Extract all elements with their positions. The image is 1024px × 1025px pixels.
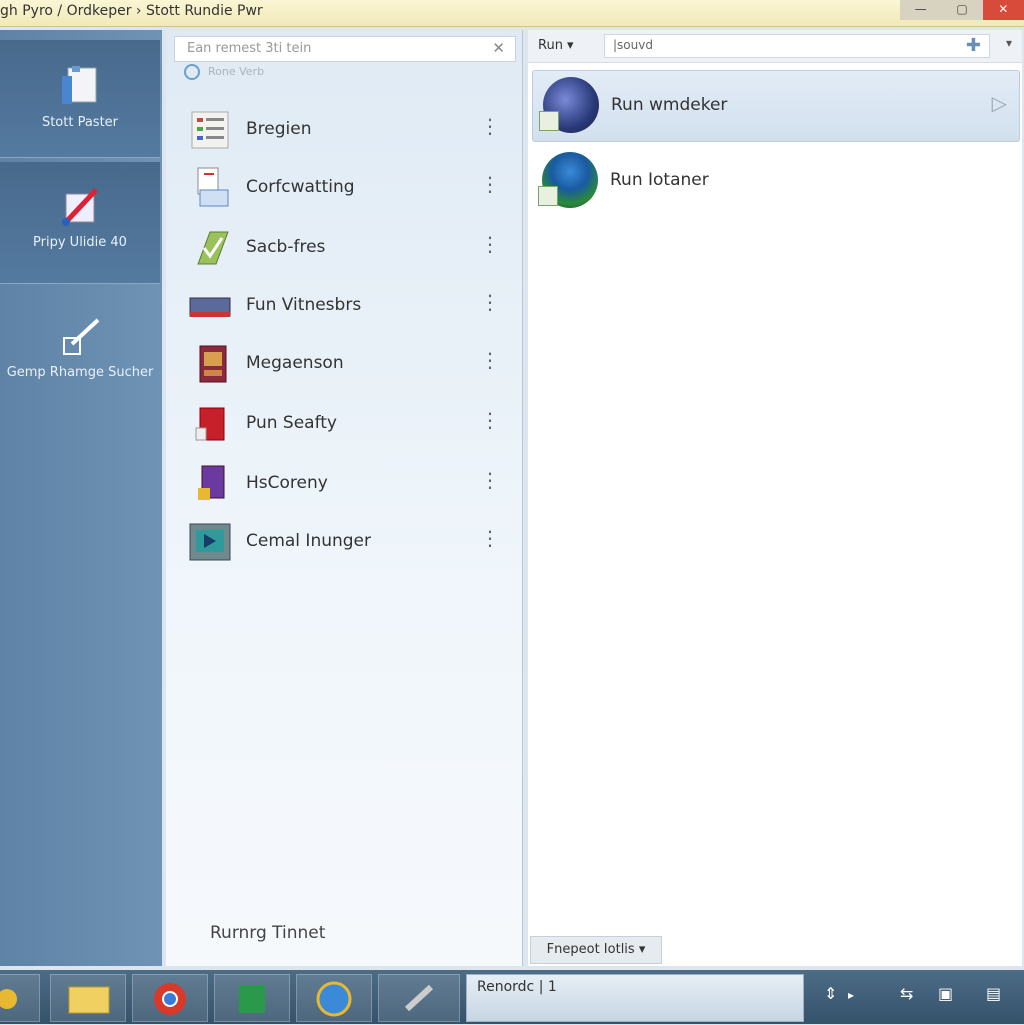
nav-item-change[interactable]: Gemp Rhamge Sucher xyxy=(0,314,160,424)
more-icon[interactable]: ⋮ xyxy=(480,172,500,196)
play-icon[interactable]: ▷ xyxy=(992,91,1007,115)
close-button[interactable]: ✕ xyxy=(982,0,1024,20)
title-bar: gh Pyro / Ordkeper › Stott Rundie Pwr — … xyxy=(0,0,1024,27)
more-icon[interactable]: ⋮ xyxy=(480,348,500,372)
tray-expand-icon[interactable]: ▸ xyxy=(848,988,854,1002)
category-item[interactable]: HsCoreny ⋮ xyxy=(184,458,514,508)
category-item[interactable]: Cemal Inunger ⋮ xyxy=(184,516,514,566)
more-icon[interactable]: ⋮ xyxy=(480,408,500,432)
category-item[interactable]: Fun Vitnesbrs ⋮ xyxy=(184,280,514,330)
results-pane: Run ▾ |souvd ✚ ▾ Run wmdeker ▷ Run Iotan… xyxy=(528,30,1022,966)
result-item[interactable]: Run Iotaner xyxy=(532,146,1018,216)
more-icon[interactable]: ⋮ xyxy=(480,232,500,256)
nav-item-label: Pripy Ulidie 40 xyxy=(33,235,127,250)
taskbar: Renordc | 1 ⇕ ▸ ⇆ ▣ ▤ xyxy=(0,970,1024,1024)
volume-icon[interactable]: ▤ xyxy=(986,984,1001,1003)
maximize-button[interactable]: ▢ xyxy=(941,0,983,20)
system-tray: ⇕ ▸ ⇆ ▣ ▤ xyxy=(810,970,1024,1024)
more-icon[interactable]: ⋮ xyxy=(480,468,500,492)
pane-subheader: Rone Verb xyxy=(184,64,514,82)
more-icon[interactable]: ⋮ xyxy=(480,526,500,550)
spreadsheet-icon[interactable] xyxy=(214,974,290,1022)
filter-input[interactable]: |souvd ✚ xyxy=(604,34,990,58)
result-label: Run Iotaner xyxy=(610,170,709,190)
minimize-button[interactable]: — xyxy=(900,0,942,20)
category-item[interactable]: Sacb-fres ⋮ xyxy=(184,222,514,272)
browser-icon[interactable] xyxy=(296,974,372,1022)
category-label: Fun Vitnesbrs xyxy=(246,295,362,315)
window-title: gh Pyro / Ordkeper › Stott Rundie Pwr xyxy=(0,3,263,19)
category-label: Sacb-fres xyxy=(246,237,326,257)
result-item[interactable]: Run wmdeker ▷ xyxy=(532,70,1020,142)
tool-icon[interactable] xyxy=(378,974,460,1022)
category-pane: Ean remest 3ti tein ✕ Rone Verb Bregien … xyxy=(166,30,523,966)
result-label: Run wmdeker xyxy=(611,95,728,115)
category-label: Corfcwatting xyxy=(246,177,355,197)
category-label: Cemal Inunger xyxy=(246,531,372,551)
folder-icon[interactable] xyxy=(50,974,126,1022)
brush-icon xyxy=(58,314,102,358)
monitor-icon xyxy=(188,520,232,564)
arrows-icon[interactable]: ⇕ xyxy=(824,984,837,1003)
add-icon[interactable]: ✚ xyxy=(966,35,981,56)
nav-item-label: Stott Paster xyxy=(41,115,119,130)
taskbar-active-window[interactable]: Renordc | 1 xyxy=(466,974,804,1022)
category-item[interactable]: Pun Seafty ⋮ xyxy=(184,398,514,448)
search-placeholder: Ean remest 3ti tein xyxy=(187,41,312,56)
chrome-icon[interactable] xyxy=(132,974,208,1022)
run-dropdown[interactable]: Run ▾ xyxy=(538,35,598,57)
nav-item-start[interactable]: Stott Paster xyxy=(0,40,160,158)
shield-icon xyxy=(188,402,232,446)
document-icon xyxy=(58,64,102,108)
book-icon xyxy=(188,342,232,386)
search-input[interactable]: Ean remest 3ti tein ✕ xyxy=(174,36,516,62)
nav-item-label: Gemp Rhamge Sucher xyxy=(6,365,154,380)
category-label: Pun Seafty xyxy=(246,413,337,433)
subheader-text: Rone Verb xyxy=(208,65,265,78)
chevron-down-icon[interactable]: ▾ xyxy=(1006,36,1012,50)
category-label: Bregien xyxy=(246,119,312,139)
clear-icon[interactable]: ✕ xyxy=(492,39,505,57)
check-icon xyxy=(539,111,559,131)
start-button[interactable] xyxy=(0,974,40,1022)
left-nav: Stott Paster Pripy Ulidie 40 Gemp Rhamge… xyxy=(0,30,162,966)
category-item[interactable]: Megaenson ⋮ xyxy=(184,338,514,388)
keyboard-icon xyxy=(188,284,232,328)
status-dropdown[interactable]: Fnepeot Iotlis ▾ xyxy=(530,936,662,964)
window-icon[interactable]: ▣ xyxy=(938,984,953,1003)
category-item[interactable]: Corfcwatting ⋮ xyxy=(184,162,514,212)
more-icon[interactable]: ⋮ xyxy=(480,114,500,138)
nav-item-update[interactable]: Pripy Ulidie 40 xyxy=(0,162,160,284)
window-controls: — ▢ ✕ xyxy=(900,0,1024,20)
taskbar-window-title: Renordc | 1 xyxy=(477,979,557,995)
edit-icon xyxy=(58,184,102,228)
network-icon[interactable]: ⇆ xyxy=(900,984,913,1003)
check-icon xyxy=(188,226,232,270)
check-icon xyxy=(538,186,558,206)
more-icon[interactable]: ⋮ xyxy=(480,290,500,314)
filter-value: |souvd xyxy=(613,38,653,52)
purple-box-icon xyxy=(188,462,232,506)
category-label: Megaenson xyxy=(246,353,344,373)
category-item[interactable]: Bregien ⋮ xyxy=(184,104,514,154)
category-label: HsCoreny xyxy=(246,473,328,493)
pane-footer-text: Rurnrg Tinnet xyxy=(210,923,326,943)
list-icon xyxy=(188,108,232,152)
refresh-icon[interactable] xyxy=(184,64,200,80)
results-toolbar: Run ▾ |souvd ✚ ▾ xyxy=(528,30,1022,63)
form-icon xyxy=(188,166,232,210)
